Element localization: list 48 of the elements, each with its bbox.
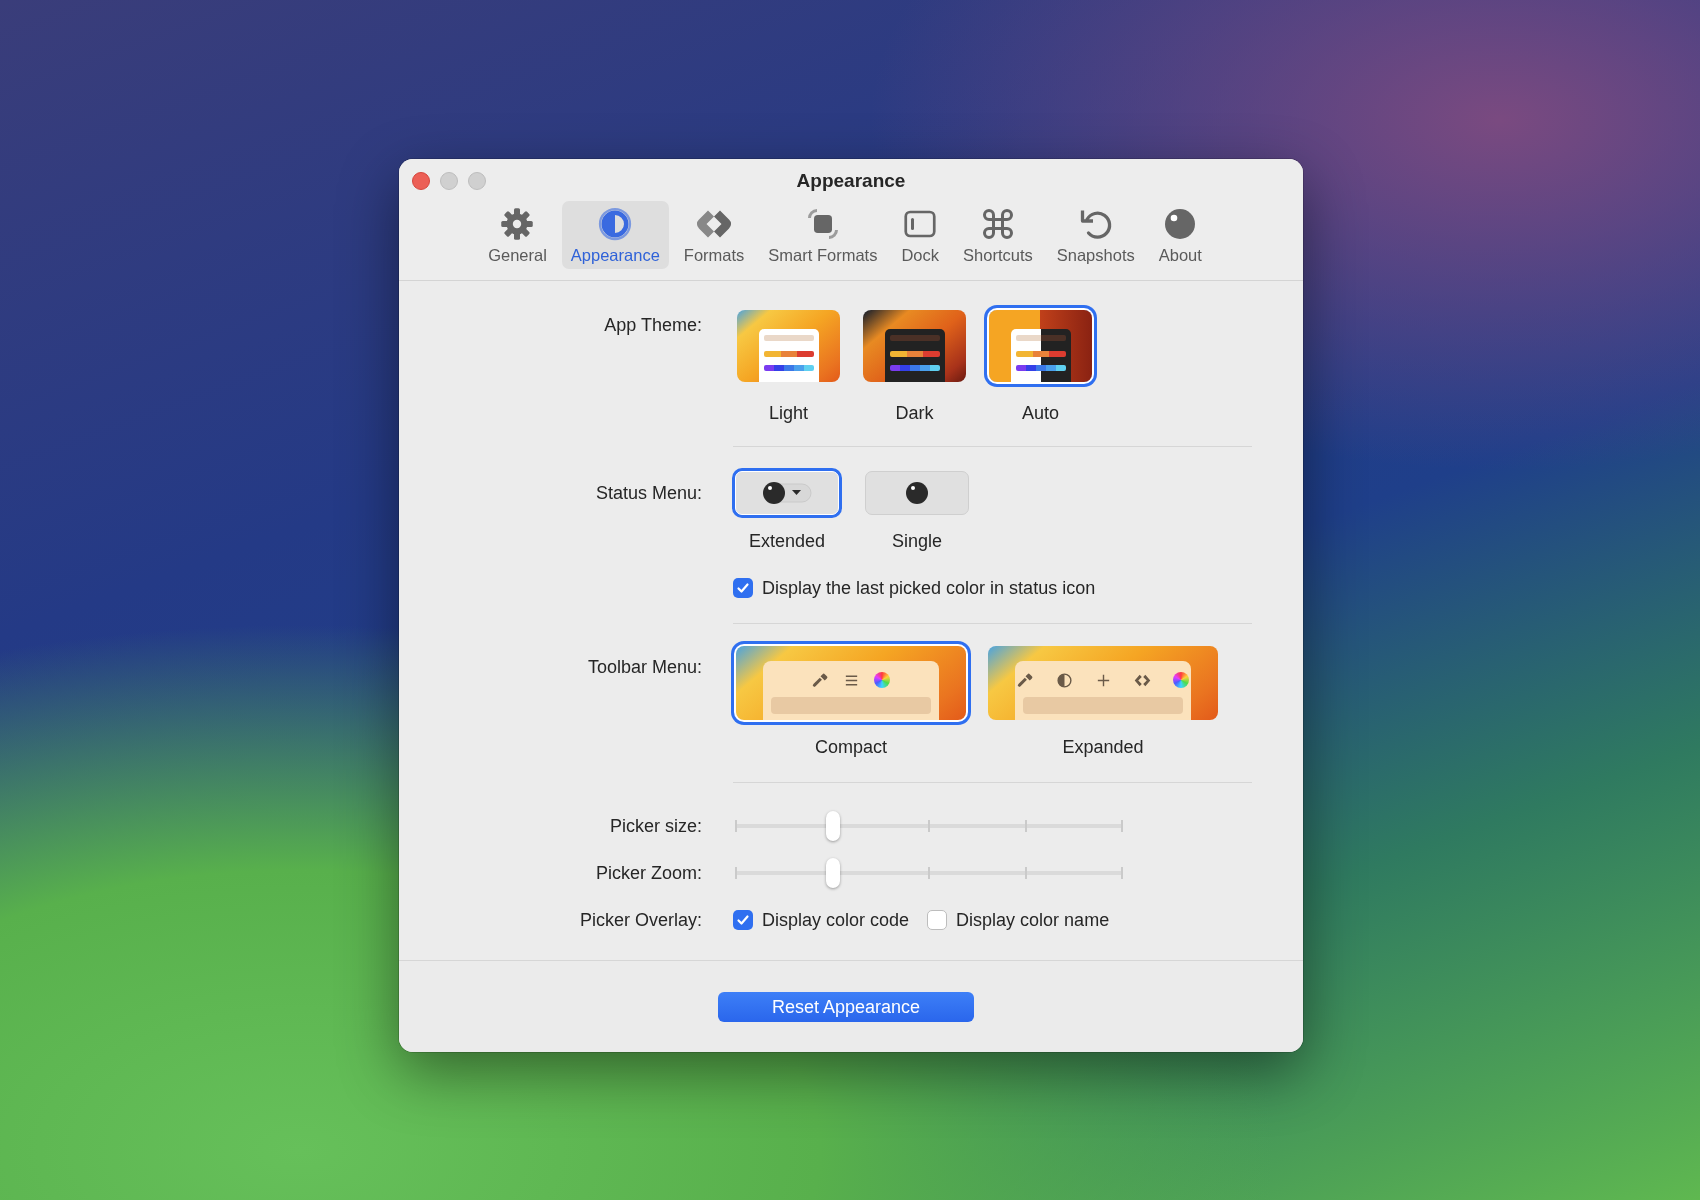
toolbar-tab[interactable]: About	[1149, 201, 1211, 269]
theme-preview[interactable]	[863, 310, 966, 382]
window-title: Appearance	[796, 169, 906, 191]
toolbar-tab[interactable]: Appearance	[561, 201, 669, 269]
color-wheel-icon	[1173, 672, 1189, 688]
status-style-button[interactable]	[865, 471, 969, 515]
setting-label: Picker Zoom:	[594, 862, 702, 885]
setting-label: Status Menu:	[594, 482, 702, 505]
color-wheel-icon	[874, 672, 890, 688]
close-button[interactable]	[412, 172, 430, 190]
toolbar-style-preview[interactable]	[988, 646, 1218, 720]
toolbar-tab[interactable]: General	[479, 201, 556, 269]
reset-appearance-button[interactable]: Reset Appearance	[718, 992, 974, 1022]
half-circle-icon	[1056, 671, 1073, 689]
option-label: Single	[891, 530, 942, 552]
setting-label: Picker size:	[608, 815, 702, 838]
toolbar-tab[interactable]: Snapshots	[1047, 201, 1144, 269]
checkbox-label: Display the last picked color in status icon	[762, 577, 1096, 599]
slider-thumb[interactable]	[825, 858, 840, 888]
ball-icon	[905, 481, 929, 505]
checkbox[interactable]	[733, 578, 753, 598]
toolbar-tab[interactable]: Smart Formats	[759, 201, 887, 269]
eyedropper-icon	[812, 671, 829, 689]
checkbox[interactable]	[927, 910, 948, 930]
checkbox-label: Display color name	[956, 909, 1110, 931]
gear-icon	[499, 206, 536, 242]
checkmark-icon	[736, 581, 750, 595]
setting-label: Picker Overlay:	[578, 909, 702, 932]
option-label: Compact	[815, 736, 887, 758]
slider-thumb[interactable]	[825, 811, 840, 841]
toolbar-tab[interactable]: Shortcuts	[954, 201, 1042, 269]
option-label: Extended	[748, 530, 826, 552]
checkbox-label: Display color code	[762, 909, 910, 931]
eyedropper-icon	[1017, 671, 1034, 689]
option-label: Expanded	[1062, 736, 1144, 758]
setting-label: Toolbar Menu:	[586, 656, 702, 679]
option-label: Light	[768, 402, 808, 424]
option-label: Dark	[895, 402, 934, 424]
half-circle-icon	[597, 206, 634, 242]
toolbar-tab[interactable]: Formats	[674, 201, 754, 269]
option-label: Auto	[1022, 402, 1059, 424]
ball-dropdown-icon	[761, 480, 813, 506]
toolbar-tab[interactable]: Dock	[892, 201, 949, 269]
setting-label: App Theme:	[603, 314, 702, 337]
minimize-button[interactable]	[440, 172, 458, 190]
zoom-button[interactable]	[468, 172, 486, 190]
checkmark-icon	[736, 913, 750, 927]
checkbox[interactable]	[733, 910, 753, 930]
